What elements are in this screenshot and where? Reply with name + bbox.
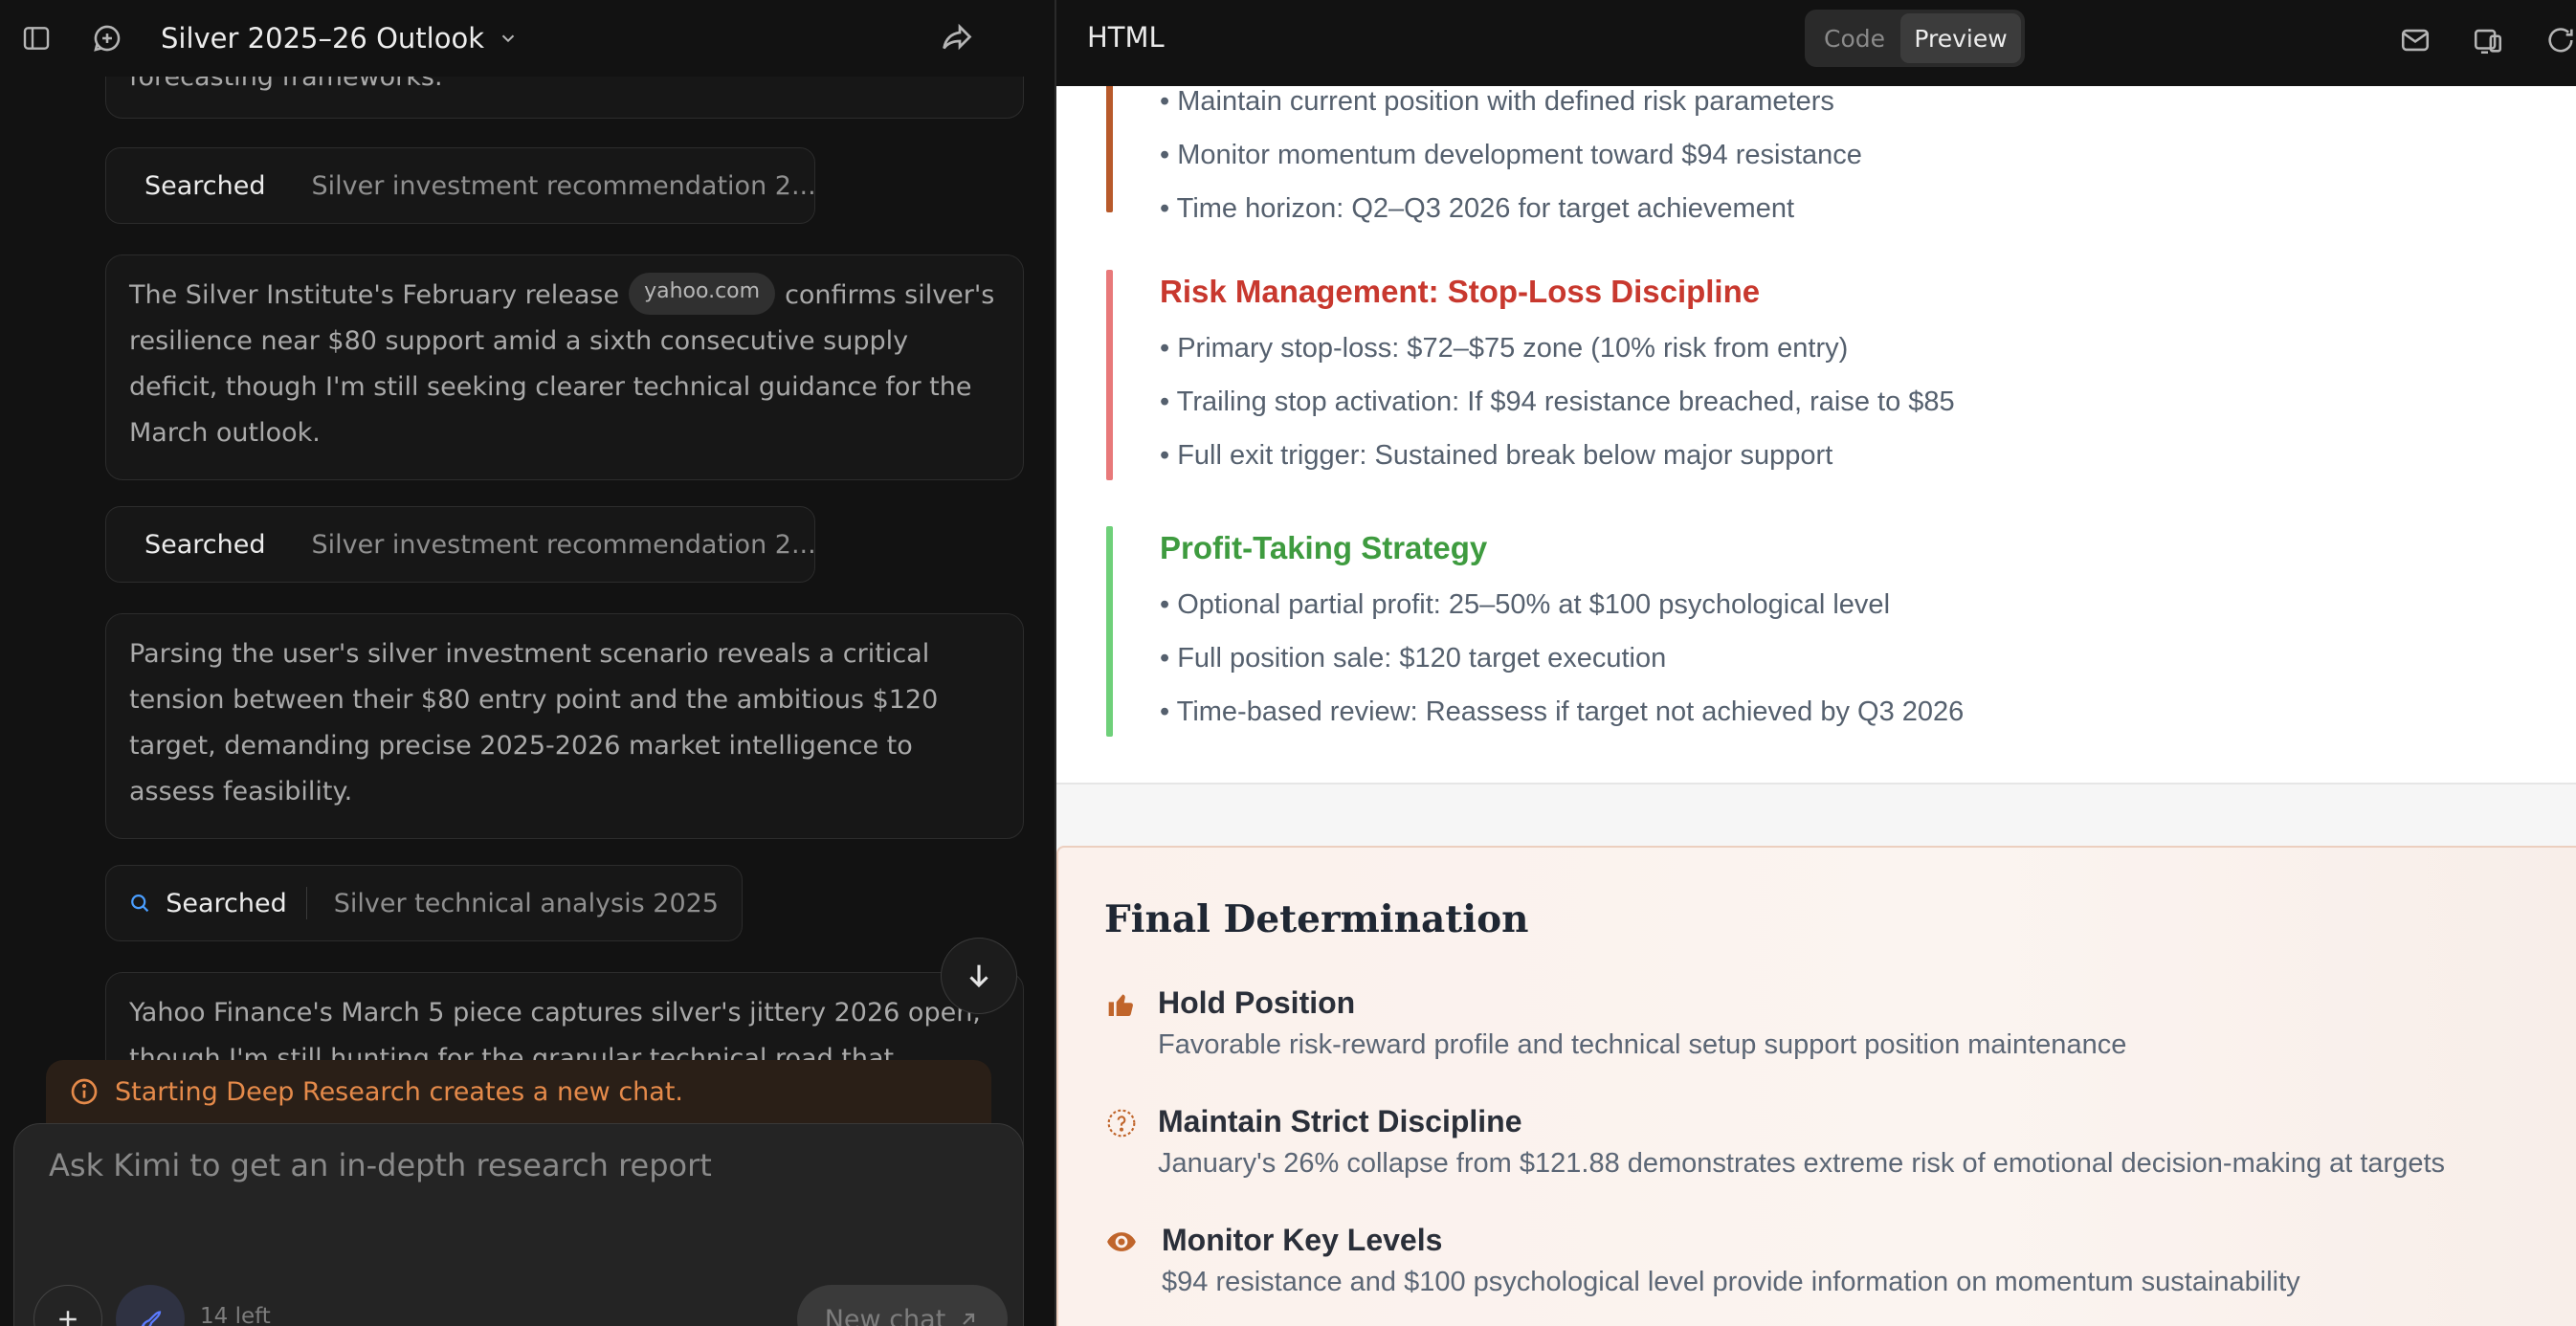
search-step[interactable]: Searched Silver investment recommendatio… <box>105 506 816 583</box>
section-accent-bar <box>1106 526 1113 737</box>
determination-heading: Hold Position <box>1158 985 1356 1020</box>
determination-heading: Maintain Strict Discipline <box>1158 1104 1522 1138</box>
section-heading: Profit-Taking Strategy <box>1160 530 1488 565</box>
eye-icon <box>1104 1225 1139 1259</box>
chat-header: Silver 2025–26 Outlook <box>0 0 1055 77</box>
list-item: • Optional partial profit: 25–50% at $10… <box>1160 589 1891 620</box>
determination-description: $94 resistance and $100 psychological le… <box>1162 1267 2300 1297</box>
deep-research-notice: Starting Deep Research creates a new cha… <box>46 1060 991 1123</box>
devices-icon <box>2474 29 2502 55</box>
determination-description: January's 26% collapse from $121.88 demo… <box>1158 1148 2446 1179</box>
search-step-query: Silver technical analysis 2025 <box>333 888 719 918</box>
info-icon <box>71 1078 98 1105</box>
final-determination-title: Final Determination <box>1104 897 1529 941</box>
chat-pane: forecasting frameworks. Searched Silver … <box>0 0 1055 1326</box>
search-step-label: Searched <box>166 888 287 918</box>
thumbs-up-icon <box>1104 987 1139 1022</box>
search-step[interactable]: Searched Silver investment recommendatio… <box>105 147 816 224</box>
section-heading: Risk Management: Stop-Loss Discipline <box>1160 274 1761 309</box>
preview-header: HTML Code Preview <box>1056 0 2576 86</box>
search-icon <box>131 895 149 913</box>
new-chat-label: New chat <box>824 1304 946 1326</box>
arrow-up-right-icon <box>963 1313 975 1325</box>
search-step[interactable]: Searched Silver technical analysis 2025 <box>105 865 743 941</box>
chevron-down-icon <box>501 34 515 43</box>
new-chat-button[interactable]: New chat <box>797 1285 1008 1326</box>
sidebar-icon <box>23 27 50 50</box>
new-chat-icon-button[interactable] <box>88 19 126 57</box>
determination-description: Favorable risk-reward profile and techni… <box>1158 1029 2127 1060</box>
search-step-query: Silver investment recommendation 2... <box>311 170 816 201</box>
scroll-to-bottom-button[interactable] <box>941 938 1017 1014</box>
message-text: Parsing the user's silver investment sce… <box>129 639 939 807</box>
determination-heading: Monitor Key Levels <box>1162 1223 1443 1257</box>
rocket-icon <box>141 1311 162 1326</box>
refresh-button[interactable] <box>2542 21 2576 59</box>
list-item: • Full position sale: $120 target execut… <box>1160 643 1667 674</box>
message-text: The Silver Institute's February release <box>129 280 620 310</box>
composer-input[interactable]: Ask Kimi to get an in-depth research rep… <box>49 1147 712 1183</box>
plus-icon <box>59 1311 77 1326</box>
list-item: • Full exit trigger: Sustained break bel… <box>1160 440 1833 471</box>
list-item: • Maintain current position with defined… <box>1160 86 1834 117</box>
share-icon <box>943 23 972 51</box>
chat-title-dropdown[interactable]: Silver 2025–26 Outlook <box>161 17 519 59</box>
preview-title: HTML <box>1087 21 1165 54</box>
preview-pane: • Maintain current position with defined… <box>1056 0 2576 1326</box>
remaining-count: 14 left <box>200 1304 271 1326</box>
search-step-label: Searched <box>144 170 266 201</box>
list-item: • Monitor momentum development toward $9… <box>1160 140 1862 170</box>
list-item: • Time horizon: Q2–Q3 2026 for target ac… <box>1160 193 1795 224</box>
list-item: • Time-based review: Reassess if target … <box>1160 696 1965 727</box>
mail-icon <box>2401 29 2430 52</box>
attach-button[interactable] <box>33 1285 102 1326</box>
search-step-label: Searched <box>144 529 266 560</box>
list-item: • Primary stop-loss: $72–$75 zone (10% r… <box>1160 333 1849 364</box>
search-step-query: Silver investment recommendation 2... <box>311 529 816 560</box>
list-item: • Trailing stop activation: If $94 resis… <box>1160 387 1955 417</box>
chat-title: Silver 2025–26 Outlook <box>161 22 485 55</box>
tab-code[interactable]: Code <box>1809 13 1900 63</box>
message-card: Parsing the user's silver investment sce… <box>105 613 1024 839</box>
tab-preview[interactable]: Preview <box>1900 13 2021 63</box>
source-chip[interactable]: yahoo.com <box>629 272 776 315</box>
new-chat-icon <box>94 25 121 52</box>
strategy-panel: • Maintain current position with defined… <box>1056 77 2576 785</box>
message-card: The Silver Institute's February release y… <box>105 254 1024 480</box>
sidebar-toggle-button[interactable] <box>17 19 56 57</box>
section-accent-bar <box>1106 77 1113 212</box>
section-accent-bar <box>1106 270 1113 480</box>
refresh-icon <box>2548 28 2573 53</box>
deep-research-notice-text: Starting Deep Research creates a new cha… <box>115 1076 683 1107</box>
deep-research-toggle[interactable] <box>116 1285 185 1326</box>
share-button[interactable] <box>936 19 978 57</box>
final-determination-panel: Final Determination Hold Position Favora… <box>1056 846 2576 1326</box>
view-mode-toggle: Code Preview <box>1805 10 2025 67</box>
arrow-down-icon <box>969 964 988 988</box>
message-composer[interactable]: Ask Kimi to get an in-depth research rep… <box>13 1123 1024 1326</box>
responsive-view-button[interactable] <box>2469 21 2507 59</box>
search-step-separator <box>305 887 307 919</box>
question-circle-icon <box>1104 1106 1139 1140</box>
email-button[interactable] <box>2396 21 2434 59</box>
